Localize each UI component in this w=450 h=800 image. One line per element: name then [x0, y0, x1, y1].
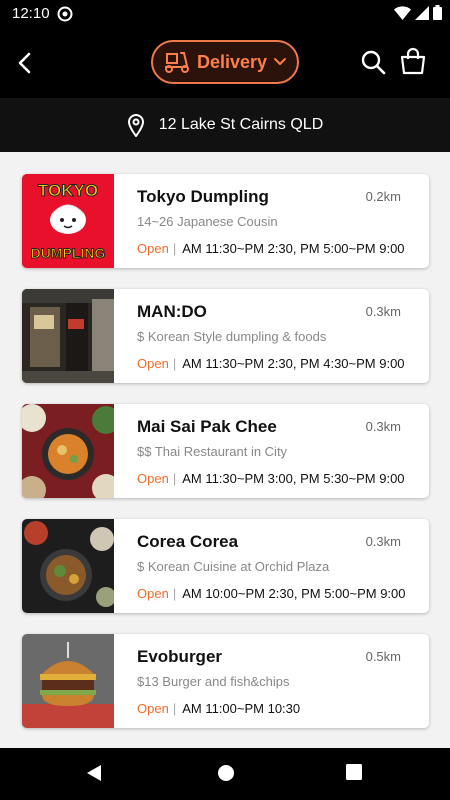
open-status: Open: [137, 701, 169, 716]
logo-lettering: TOKYO: [38, 181, 98, 200]
back-button[interactable]: [10, 48, 40, 78]
open-status: Open: [137, 241, 169, 256]
battery-icon: [433, 5, 442, 20]
search-icon: [361, 50, 386, 75]
restaurant-description: 14~26 Japanese Cousin: [137, 214, 278, 229]
logo-lettering: DUMPLING: [31, 245, 106, 261]
restaurant-distance: 0.5km: [365, 649, 401, 664]
open-status: Open: [137, 586, 169, 601]
opening-hours: AM 10:00~PM 2:30, PM 5:00~PM 9:00: [182, 586, 406, 601]
restaurant-card[interactable]: Evoburger 0.5km $13 Burger and fish&chip…: [22, 634, 429, 728]
restaurant-name: Mai Sai Pak Chee: [137, 417, 277, 436]
triangle-back-icon: [87, 765, 101, 781]
divider: |: [172, 241, 177, 256]
tokyo-dumpling-logo: TOKYO DUMPLING: [22, 174, 114, 268]
location-pin-icon: [127, 114, 144, 137]
back-arrow-icon: [18, 52, 31, 74]
restaurant-list: TOKYO DUMPLING Tokyo Dumpling 0.2km 14~26…: [0, 152, 450, 748]
open-status: Open: [137, 356, 169, 371]
status-indicators: [394, 5, 442, 20]
divider: |: [172, 471, 177, 486]
restaurant-description: $$ Thai Restaurant in City: [137, 444, 288, 459]
restaurant-hours-row: Open | AM 11:30~PM 2:30, PM 5:00~PM 9:00: [137, 241, 427, 256]
restaurant-card[interactable]: MAN:DO 0.3km $ Korean Style dumpling & f…: [22, 289, 429, 383]
divider: |: [172, 586, 177, 601]
divider: |: [172, 701, 177, 716]
restaurant-name: Tokyo Dumpling: [137, 187, 269, 206]
restaurant-name: MAN:DO: [137, 302, 207, 321]
restaurant-hours-row: Open | AM 11:30~PM 3:00, PM 5:30~PM 9:00: [137, 471, 427, 486]
restaurant-description: $ Korean Cuisine at Orchid Plaza: [137, 559, 330, 574]
restaurant-thumbnail: [22, 289, 114, 383]
restaurant-thumbnail: TOKYO DUMPLING: [22, 174, 114, 268]
restaurant-distance: 0.3km: [365, 419, 401, 434]
circle-home-icon: [218, 765, 234, 781]
opening-hours: AM 11:30~PM 2:30, PM 5:00~PM 9:00: [182, 241, 405, 256]
restaurant-card[interactable]: TOKYO DUMPLING Tokyo Dumpling 0.2km 14~26…: [22, 174, 429, 268]
scooter-icon: [164, 52, 189, 73]
opening-hours: AM 11:00~PM 10:30: [182, 701, 301, 716]
delivery-address: 12 Lake St Cairns QLD: [158, 116, 324, 133]
status-bar: 12:10: [0, 0, 450, 28]
restaurant-card[interactable]: Mai Sai Pak Chee 0.3km $$ Thai Restauran…: [22, 404, 429, 498]
opening-hours: AM 11:30~PM 2:30, PM 4:30~PM 9:00: [182, 356, 405, 371]
delivery-mode-dropdown[interactable]: Delivery: [151, 40, 299, 84]
status-time: 12:10: [12, 5, 50, 22]
restaurant-hours-row: Open | AM 11:00~PM 10:30: [137, 701, 427, 716]
system-nav-bar: [0, 748, 450, 800]
restaurant-thumbnail: [22, 404, 114, 498]
chevron-down-icon: [274, 58, 287, 65]
shopping-bag-icon: [400, 47, 426, 75]
restaurant-hours-row: Open | AM 11:30~PM 2:30, PM 4:30~PM 9:00: [137, 356, 427, 371]
cart-button[interactable]: [400, 47, 426, 75]
restaurant-thumbnail: [22, 634, 114, 728]
restaurant-card[interactable]: Corea Corea 0.3km $ Korean Cuisine at Or…: [22, 519, 429, 613]
restaurant-description: $13 Burger and fish&chips: [137, 674, 290, 689]
app-bar: Delivery: [0, 28, 450, 98]
delivery-mode-label: Delivery: [196, 51, 268, 72]
restaurant-distance: 0.3km: [365, 304, 401, 319]
address-bar[interactable]: 12 Lake St Cairns QLD: [0, 98, 450, 152]
signal-icon: [415, 5, 429, 20]
nav-home-button[interactable]: [216, 763, 236, 788]
opening-hours: AM 11:30~PM 3:00, PM 5:30~PM 9:00: [182, 471, 405, 486]
restaurant-name: Evoburger: [137, 647, 223, 666]
restaurant-hours-row: Open | AM 10:00~PM 2:30, PM 5:00~PM 9:00: [137, 586, 427, 601]
nav-back-button[interactable]: [84, 763, 104, 788]
restaurant-description: $ Korean Style dumpling & foods: [137, 329, 327, 344]
restaurant-distance: 0.2km: [365, 189, 401, 204]
divider: |: [172, 356, 177, 371]
open-status: Open: [137, 471, 169, 486]
restaurant-distance: 0.3km: [365, 534, 401, 549]
wifi-icon: [394, 5, 411, 20]
square-recents-icon: [346, 764, 362, 780]
nav-recents-button[interactable]: [345, 763, 363, 786]
app-notification-icon: [57, 6, 73, 27]
restaurant-thumbnail: [22, 519, 114, 613]
search-button[interactable]: [360, 49, 386, 75]
restaurant-name: Corea Corea: [137, 532, 239, 551]
